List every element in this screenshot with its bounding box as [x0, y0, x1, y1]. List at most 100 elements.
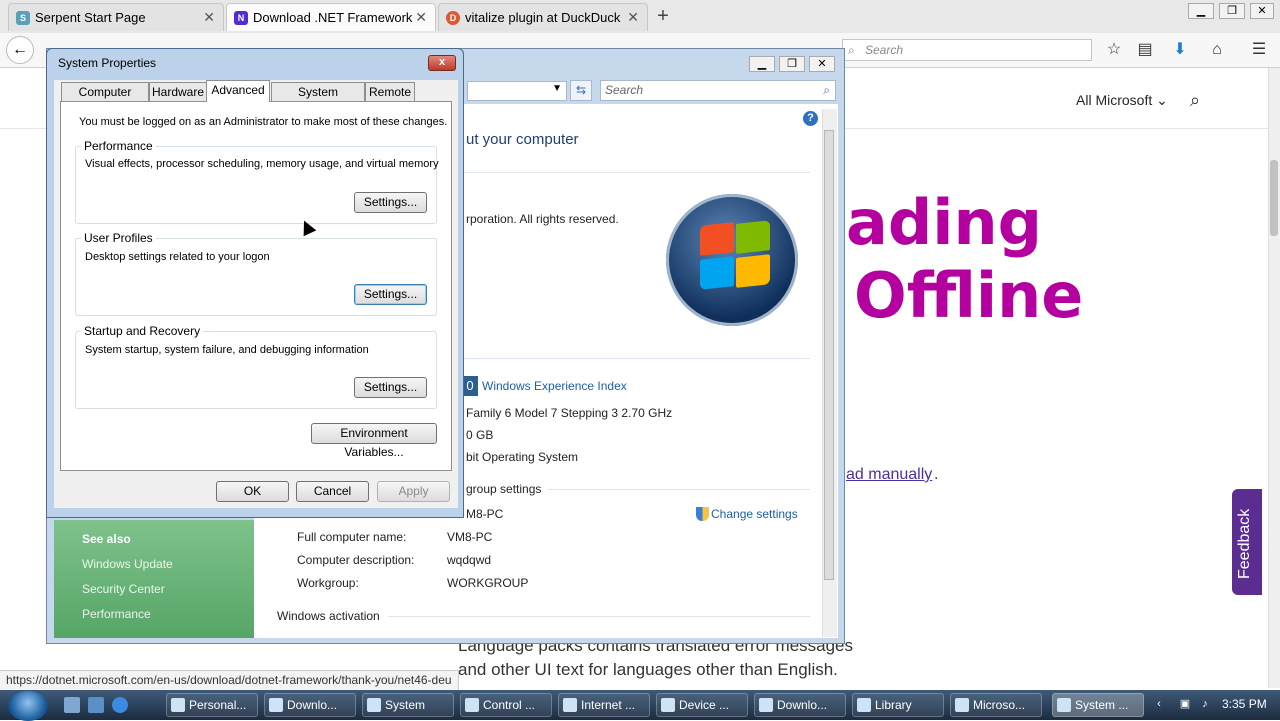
home-icon[interactable]: ⌂	[1207, 40, 1227, 60]
taskbar-item-label: Microso...	[973, 698, 1026, 712]
apply-button[interactable]: Apply	[377, 481, 450, 502]
system-type-value: bit Operating System	[466, 450, 579, 464]
see-also-security-center-link[interactable]: Security Center	[82, 582, 165, 596]
internet-explorer-icon[interactable]	[112, 697, 128, 713]
close-tab-icon[interactable]: ✕	[203, 4, 215, 31]
volume-icon[interactable]: ♪	[1198, 697, 1212, 711]
see-also-windows-update-link[interactable]: Windows Update	[82, 557, 173, 571]
refresh-icon[interactable]: ⇆	[570, 80, 592, 101]
performance-settings-button[interactable]: Settings...	[354, 192, 427, 213]
group-settings-header: group settings	[466, 482, 542, 496]
tab-serpent-start-page[interactable]: S Serpent Start Page ✕	[8, 3, 224, 31]
show-desktop-icon[interactable]	[64, 697, 80, 713]
show-hidden-icons[interactable]: ‹	[1152, 697, 1166, 711]
performance-title: Performance	[81, 139, 156, 153]
new-tab-button[interactable]: +	[652, 4, 674, 28]
bookmark-star-icon[interactable]: ☆	[1104, 40, 1124, 60]
startup-recovery-settings-button[interactable]: Settings...	[354, 377, 427, 398]
window-icon	[955, 698, 969, 712]
system-minimize-icon[interactable]: ▁	[749, 56, 775, 72]
feedback-button[interactable]: Feedback	[1232, 489, 1262, 595]
browser-search-input[interactable]: ⌕ Search	[842, 39, 1092, 61]
taskbar-item[interactable]: Control ...	[460, 693, 552, 717]
environment-variables-button[interactable]: Environment Variables...	[311, 423, 437, 459]
search-icon: ⌕	[823, 83, 830, 97]
window-icon	[171, 698, 185, 712]
workgroup-value: WORKGROUP	[447, 576, 529, 590]
computer-name-value: M8-PC	[466, 507, 504, 521]
tab-title: Serpent Start Page	[35, 10, 146, 25]
address-bar[interactable]: ▼	[467, 81, 567, 101]
period-text: .	[934, 466, 939, 483]
serpent-icon: S	[16, 11, 30, 25]
search-placeholder: Search	[865, 43, 904, 57]
taskbar-item-label: Internet ...	[581, 698, 636, 712]
start-button[interactable]	[8, 691, 48, 721]
download-manually-link[interactable]: ad manually	[846, 466, 932, 484]
taskbar-item-active[interactable]: System ...	[1052, 693, 1144, 717]
cancel-button[interactable]: Cancel	[296, 481, 369, 502]
taskbar-item[interactable]: System	[362, 693, 454, 717]
tab-advanced[interactable]: Advanced	[206, 80, 270, 102]
see-also-performance-link[interactable]: Performance	[82, 607, 151, 621]
full-name-value: VM8-PC	[447, 530, 493, 544]
taskbar-item-label: Downlo...	[777, 698, 828, 712]
windows-experience-index-link[interactable]: Windows Experience Index	[482, 379, 627, 393]
tab-system-protection[interactable]: System Protection	[271, 82, 365, 117]
switch-windows-icon[interactable]	[88, 697, 104, 713]
taskbar-item-label: Control ...	[483, 698, 536, 712]
search-icon: ⌕	[848, 43, 855, 57]
tab-title: vitalize plugin at DuckDuck	[465, 10, 621, 25]
restore-icon[interactable]: ❐	[1219, 3, 1245, 19]
tab-download-dotnet[interactable]: N Download .NET Framework ✕	[226, 3, 436, 31]
status-bar-url: https://dotnet.microsoft.com/en-us/downl…	[0, 670, 459, 692]
minimize-icon[interactable]: ▁	[1188, 3, 1214, 19]
taskbar-item[interactable]: Library	[852, 693, 944, 717]
taskbar-item[interactable]: Microso...	[950, 693, 1042, 717]
taskbar-item[interactable]: Downlo...	[754, 693, 846, 717]
system-close-icon[interactable]: ✕	[809, 56, 835, 72]
change-settings-link[interactable]: Change settings	[711, 507, 798, 521]
page-scrollbar-thumb[interactable]	[1270, 160, 1278, 236]
tab-duckduckgo[interactable]: D vitalize plugin at DuckDuck ✕	[438, 3, 648, 31]
site-search-icon[interactable]: ⌕	[1190, 90, 1200, 111]
window-icon	[465, 698, 479, 712]
divider	[388, 616, 810, 617]
help-icon[interactable]: ?	[803, 111, 818, 126]
tab-hardware[interactable]: Hardware	[149, 82, 207, 101]
back-button[interactable]: ←	[6, 36, 34, 64]
tab-title: Download .NET Framework	[253, 10, 413, 25]
performance-description: Visual effects, processor scheduling, me…	[85, 158, 439, 170]
feedback-label: Feedback	[1236, 508, 1253, 579]
all-microsoft-menu[interactable]: All Microsoft ⌄	[1076, 92, 1168, 109]
description-label: Computer description:	[297, 553, 415, 567]
reading-list-icon[interactable]: ▤	[1135, 40, 1155, 60]
user-profiles-description: Desktop settings related to your logon	[85, 251, 270, 263]
menu-icon[interactable]: ☰	[1249, 40, 1269, 60]
ok-button[interactable]: OK	[216, 481, 289, 502]
taskbar-item[interactable]: Internet ...	[558, 693, 650, 717]
control-panel-search-input[interactable]: Search ⌕	[600, 80, 836, 101]
system-restore-icon[interactable]: ❐	[779, 56, 805, 72]
tab-remote[interactable]: Remote	[365, 82, 415, 101]
description-value: wqdqwd	[447, 553, 492, 567]
close-window-icon[interactable]: ✕	[1250, 3, 1274, 19]
network-icon[interactable]: ▣	[1178, 697, 1192, 711]
browser-tab-strip: S Serpent Start Page ✕ N Download .NET F…	[0, 0, 1280, 34]
dialog-close-button[interactable]: x	[428, 55, 456, 71]
taskbar-item[interactable]: Device ...	[656, 693, 748, 717]
taskbar-item[interactable]: Downlo...	[264, 693, 356, 717]
system-window-scrollbar-thumb[interactable]	[824, 130, 834, 580]
taskbar-item-label: Device ...	[679, 698, 730, 712]
download-icon[interactable]: ⬇	[1170, 40, 1190, 60]
close-tab-icon[interactable]: ✕	[415, 4, 427, 31]
window-icon	[1057, 698, 1071, 712]
tab-computer-name[interactable]: Computer Name	[61, 82, 149, 117]
chevron-down-icon[interactable]: ▼	[552, 83, 562, 94]
user-profiles-settings-button[interactable]: Settings...	[354, 284, 427, 305]
taskbar-clock[interactable]: 3:35 PM	[1222, 697, 1267, 711]
taskbar-item-label: Library	[875, 698, 912, 712]
taskbar-item[interactable]: Personal...	[166, 693, 258, 717]
processor-value: Family 6 Model 7 Stepping 3 2.70 GHz	[466, 406, 673, 420]
close-tab-icon[interactable]: ✕	[627, 4, 639, 31]
